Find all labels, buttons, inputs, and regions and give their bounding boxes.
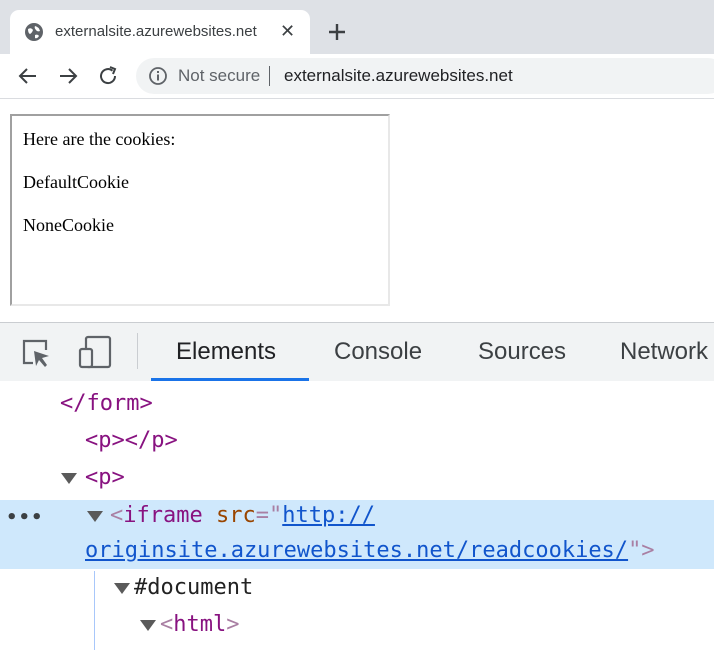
expand-triangle-icon[interactable] bbox=[61, 473, 77, 484]
elements-panel[interactable]: </form> <p></p> <p> ••• <iframe src="htt… bbox=[0, 381, 714, 650]
dom-node-form-close[interactable]: </form> bbox=[60, 389, 153, 419]
expand-triangle-icon[interactable] bbox=[87, 511, 103, 522]
security-label[interactable]: Not secure bbox=[178, 66, 260, 86]
iframe-src-link[interactable]: http:// bbox=[282, 503, 375, 528]
url-text[interactable]: externalsite.azurewebsites.net bbox=[284, 66, 513, 86]
back-arrow-icon[interactable] bbox=[16, 64, 40, 88]
inspect-element-icon[interactable] bbox=[20, 337, 52, 369]
tab-strip: externalsite.azurewebsites.net ✕ bbox=[0, 0, 714, 54]
devtools-toolbar: Elements Console Sources Network bbox=[0, 322, 714, 382]
cookie-item: DefaultCookie bbox=[23, 172, 129, 192]
browser-toolbar: Not secure externalsite.azurewebsites.ne… bbox=[0, 54, 714, 99]
dom-node-iframe-src-continued[interactable]: originsite.azurewebsites.net/readcookies… bbox=[85, 536, 655, 566]
omnibox[interactable]: Not secure externalsite.azurewebsites.ne… bbox=[136, 58, 714, 94]
dom-node-document[interactable]: #document bbox=[134, 573, 253, 603]
dom-node-iframe[interactable]: <iframe src="http:// bbox=[110, 501, 375, 531]
close-icon[interactable]: ✕ bbox=[280, 20, 295, 42]
tab-sources[interactable]: Sources bbox=[478, 338, 566, 366]
iframe-src-link[interactable]: originsite.azurewebsites.net/readcookies… bbox=[85, 538, 628, 563]
dom-node-p-empty[interactable]: <p></p> bbox=[85, 426, 178, 456]
dom-node-html[interactable]: <html> bbox=[160, 610, 239, 640]
browser-tab[interactable]: externalsite.azurewebsites.net ✕ bbox=[10, 10, 310, 54]
globe-icon bbox=[25, 23, 43, 41]
tab-title: externalsite.azurewebsites.net bbox=[55, 23, 257, 40]
cookie-item: NoneCookie bbox=[23, 215, 114, 235]
indent-guide bbox=[94, 571, 95, 650]
toolbar-separator bbox=[137, 333, 138, 369]
device-toggle-icon[interactable] bbox=[78, 335, 112, 369]
tab-network[interactable]: Network bbox=[620, 338, 708, 366]
reload-icon[interactable] bbox=[96, 64, 120, 88]
forward-arrow-icon[interactable] bbox=[56, 64, 80, 88]
expand-triangle-icon[interactable] bbox=[114, 583, 130, 594]
expand-triangle-icon[interactable] bbox=[140, 620, 156, 631]
plus-icon[interactable] bbox=[325, 20, 349, 44]
cookies-heading: Here are the cookies: bbox=[23, 129, 176, 149]
more-options-icon[interactable]: ••• bbox=[6, 507, 44, 528]
tab-elements[interactable]: Elements bbox=[176, 338, 276, 366]
dom-node-p[interactable]: <p> bbox=[85, 463, 125, 493]
omnibox-separator bbox=[269, 66, 270, 86]
cookie-iframe: Here are the cookies: DefaultCookie None… bbox=[10, 114, 390, 306]
info-icon[interactable] bbox=[148, 66, 168, 86]
tab-console[interactable]: Console bbox=[334, 338, 422, 366]
